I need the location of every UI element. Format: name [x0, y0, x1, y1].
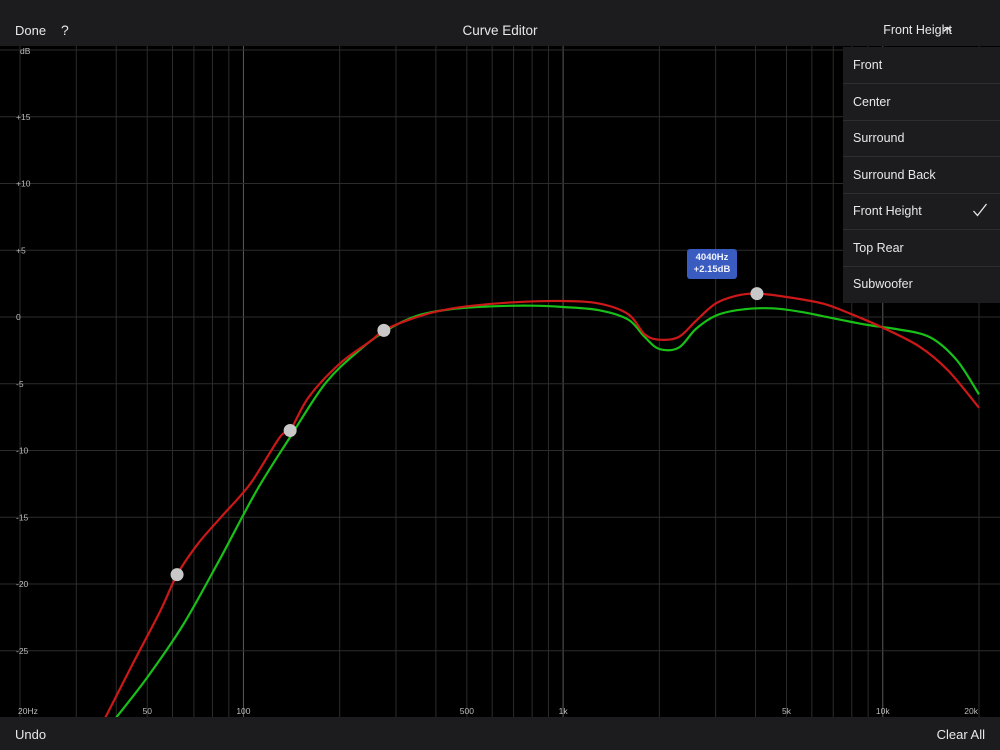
- y-axis-label: dB: [20, 46, 31, 56]
- curve-handle[interactable]: [377, 323, 391, 337]
- checkmark-icon: [973, 203, 988, 217]
- y-tick-label: -15: [16, 512, 29, 522]
- x-tick-label: 50: [142, 706, 152, 716]
- y-tick-label: +5: [16, 245, 26, 255]
- menu-item-label: Front Height: [853, 204, 922, 218]
- menu-item-surround[interactable]: Surround: [843, 120, 1000, 157]
- chevron-up-icon[interactable]: [943, 25, 952, 34]
- menu-item-label: Center: [853, 94, 891, 109]
- x-tick-label: 500: [460, 706, 474, 716]
- y-tick-label: 0: [16, 312, 21, 322]
- x-tick-label: 1k: [559, 706, 569, 716]
- y-tick-label: -5: [16, 379, 24, 389]
- tooltip-frequency: 4040Hz: [695, 252, 729, 263]
- channel-selector[interactable]: Front Height: [883, 23, 952, 37]
- menu-item-center[interactable]: Center: [843, 84, 1000, 121]
- x-tick-label: 5k: [782, 706, 792, 716]
- x-tick-label: 20k: [964, 706, 978, 716]
- bottom-toolbar: [0, 717, 1000, 750]
- x-tick-label: 20Hz: [18, 706, 38, 716]
- channel-menu: Front Center Surround Surround Back Fron…: [843, 47, 1000, 303]
- menu-item-label: Front: [853, 58, 883, 72]
- y-tick-label: -20: [16, 579, 29, 589]
- menu-item-label: Top Rear: [853, 240, 904, 255]
- clear-all-button[interactable]: Clear All: [937, 727, 985, 742]
- y-tick-label: -10: [16, 446, 29, 456]
- x-tick-label: 10k: [876, 706, 890, 716]
- curve-handle[interactable]: [170, 568, 184, 582]
- y-tick-label: +10: [16, 179, 31, 189]
- menu-item-label: Surround Back: [853, 167, 936, 182]
- menu-item-subwoofer[interactable]: Subwoofer: [843, 266, 1000, 302]
- menu-item-top-rear[interactable]: Top Rear: [843, 230, 1000, 267]
- menu-item-label: Surround: [853, 131, 905, 145]
- vertical-gridlines: [19, 46, 980, 717]
- menu-item-front-height[interactable]: Front Height: [843, 193, 1000, 230]
- page-title: Curve Editor: [462, 23, 538, 38]
- point-tooltip: 4040Hz +2.15dB: [687, 249, 737, 279]
- y-tick-label: +15: [16, 112, 31, 122]
- curve-handle[interactable]: [750, 287, 764, 301]
- menu-item-front[interactable]: Front: [843, 47, 1000, 84]
- x-tick-label: 100: [236, 706, 250, 716]
- undo-button[interactable]: Undo: [15, 727, 46, 742]
- tooltip-gain: +2.15dB: [693, 264, 731, 275]
- menu-item-label: Subwoofer: [853, 277, 913, 291]
- curves: [104, 292, 980, 717]
- curve-handle[interactable]: [283, 423, 297, 437]
- menu-item-surround-back[interactable]: Surround Back: [843, 157, 1000, 194]
- green-curve: [115, 304, 980, 717]
- y-tick-label: -25: [16, 646, 29, 656]
- red-curve: [104, 292, 980, 717]
- x-tick-labels: 20Hz 50 100 500 1k 5k 10k 20k: [18, 706, 979, 716]
